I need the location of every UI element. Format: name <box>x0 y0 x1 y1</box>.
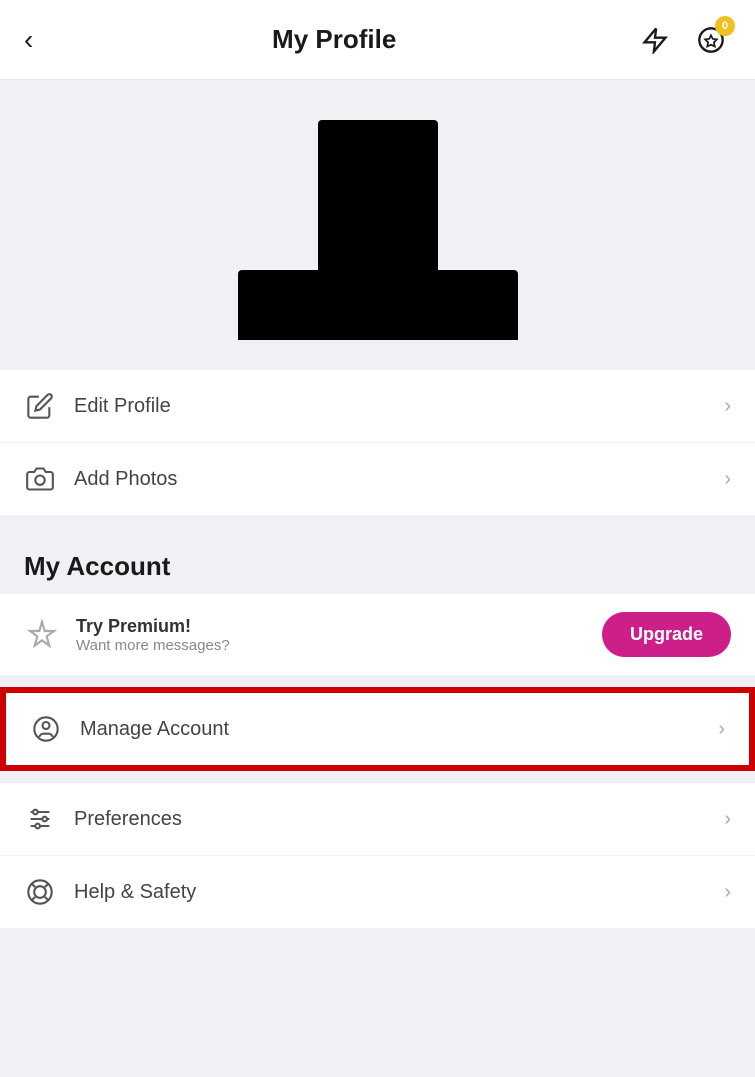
preferences-chevron: › <box>724 808 731 831</box>
star-icon-button[interactable]: 0 <box>691 20 731 60</box>
header-left: ‹ <box>24 26 33 54</box>
add-photos-item[interactable]: Add Photos › <box>0 443 755 515</box>
add-photos-icon <box>24 463 56 495</box>
page-title: My Profile <box>272 24 396 55</box>
header-right: 0 <box>635 20 731 60</box>
premium-text-block: Try Premium! Want more messages? <box>76 616 602 654</box>
lightning-icon <box>641 26 669 54</box>
my-account-section-header: My Account <box>0 527 755 594</box>
notification-badge: 0 <box>715 16 735 36</box>
back-button[interactable]: ‹ <box>24 26 33 54</box>
help-safety-label: Help & Safety <box>74 881 724 904</box>
edit-profile-label: Edit Profile <box>74 395 724 418</box>
edit-profile-icon <box>24 390 56 422</box>
add-photos-label: Add Photos <box>74 468 724 491</box>
premium-row[interactable]: Try Premium! Want more messages? Upgrade <box>0 594 755 675</box>
add-photos-chevron: › <box>724 468 731 491</box>
silhouette-shoulders <box>238 270 518 340</box>
avatar-section <box>0 80 755 370</box>
manage-account-chevron: › <box>718 718 725 741</box>
edit-profile-item[interactable]: Edit Profile › <box>0 370 755 443</box>
help-safety-chevron: › <box>724 881 731 904</box>
manage-account-highlight-wrapper: Manage Account › <box>0 687 755 771</box>
premium-subtitle: Want more messages? <box>76 637 602 654</box>
premium-sparkle-icon <box>24 617 60 653</box>
bottom-menu: Preferences › Help & Safety › <box>0 783 755 928</box>
edit-profile-chevron: › <box>724 395 731 418</box>
preferences-icon <box>24 803 56 835</box>
silhouette-head <box>318 120 438 275</box>
upgrade-button[interactable]: Upgrade <box>602 612 731 657</box>
help-safety-item[interactable]: Help & Safety › <box>0 856 755 928</box>
preferences-item[interactable]: Preferences › <box>0 783 755 856</box>
avatar <box>288 120 468 340</box>
my-account-title: My Account <box>24 551 731 582</box>
lightning-icon-button[interactable] <box>635 20 675 60</box>
header: ‹ My Profile 0 <box>0 0 755 80</box>
manage-account-item[interactable]: Manage Account › <box>3 690 752 768</box>
preferences-label: Preferences <box>74 808 724 831</box>
premium-title: Try Premium! <box>76 616 602 637</box>
manage-account-icon <box>30 713 62 745</box>
top-menu: Edit Profile › Add Photos › <box>0 370 755 515</box>
manage-account-label: Manage Account <box>80 718 718 741</box>
help-safety-icon <box>24 876 56 908</box>
